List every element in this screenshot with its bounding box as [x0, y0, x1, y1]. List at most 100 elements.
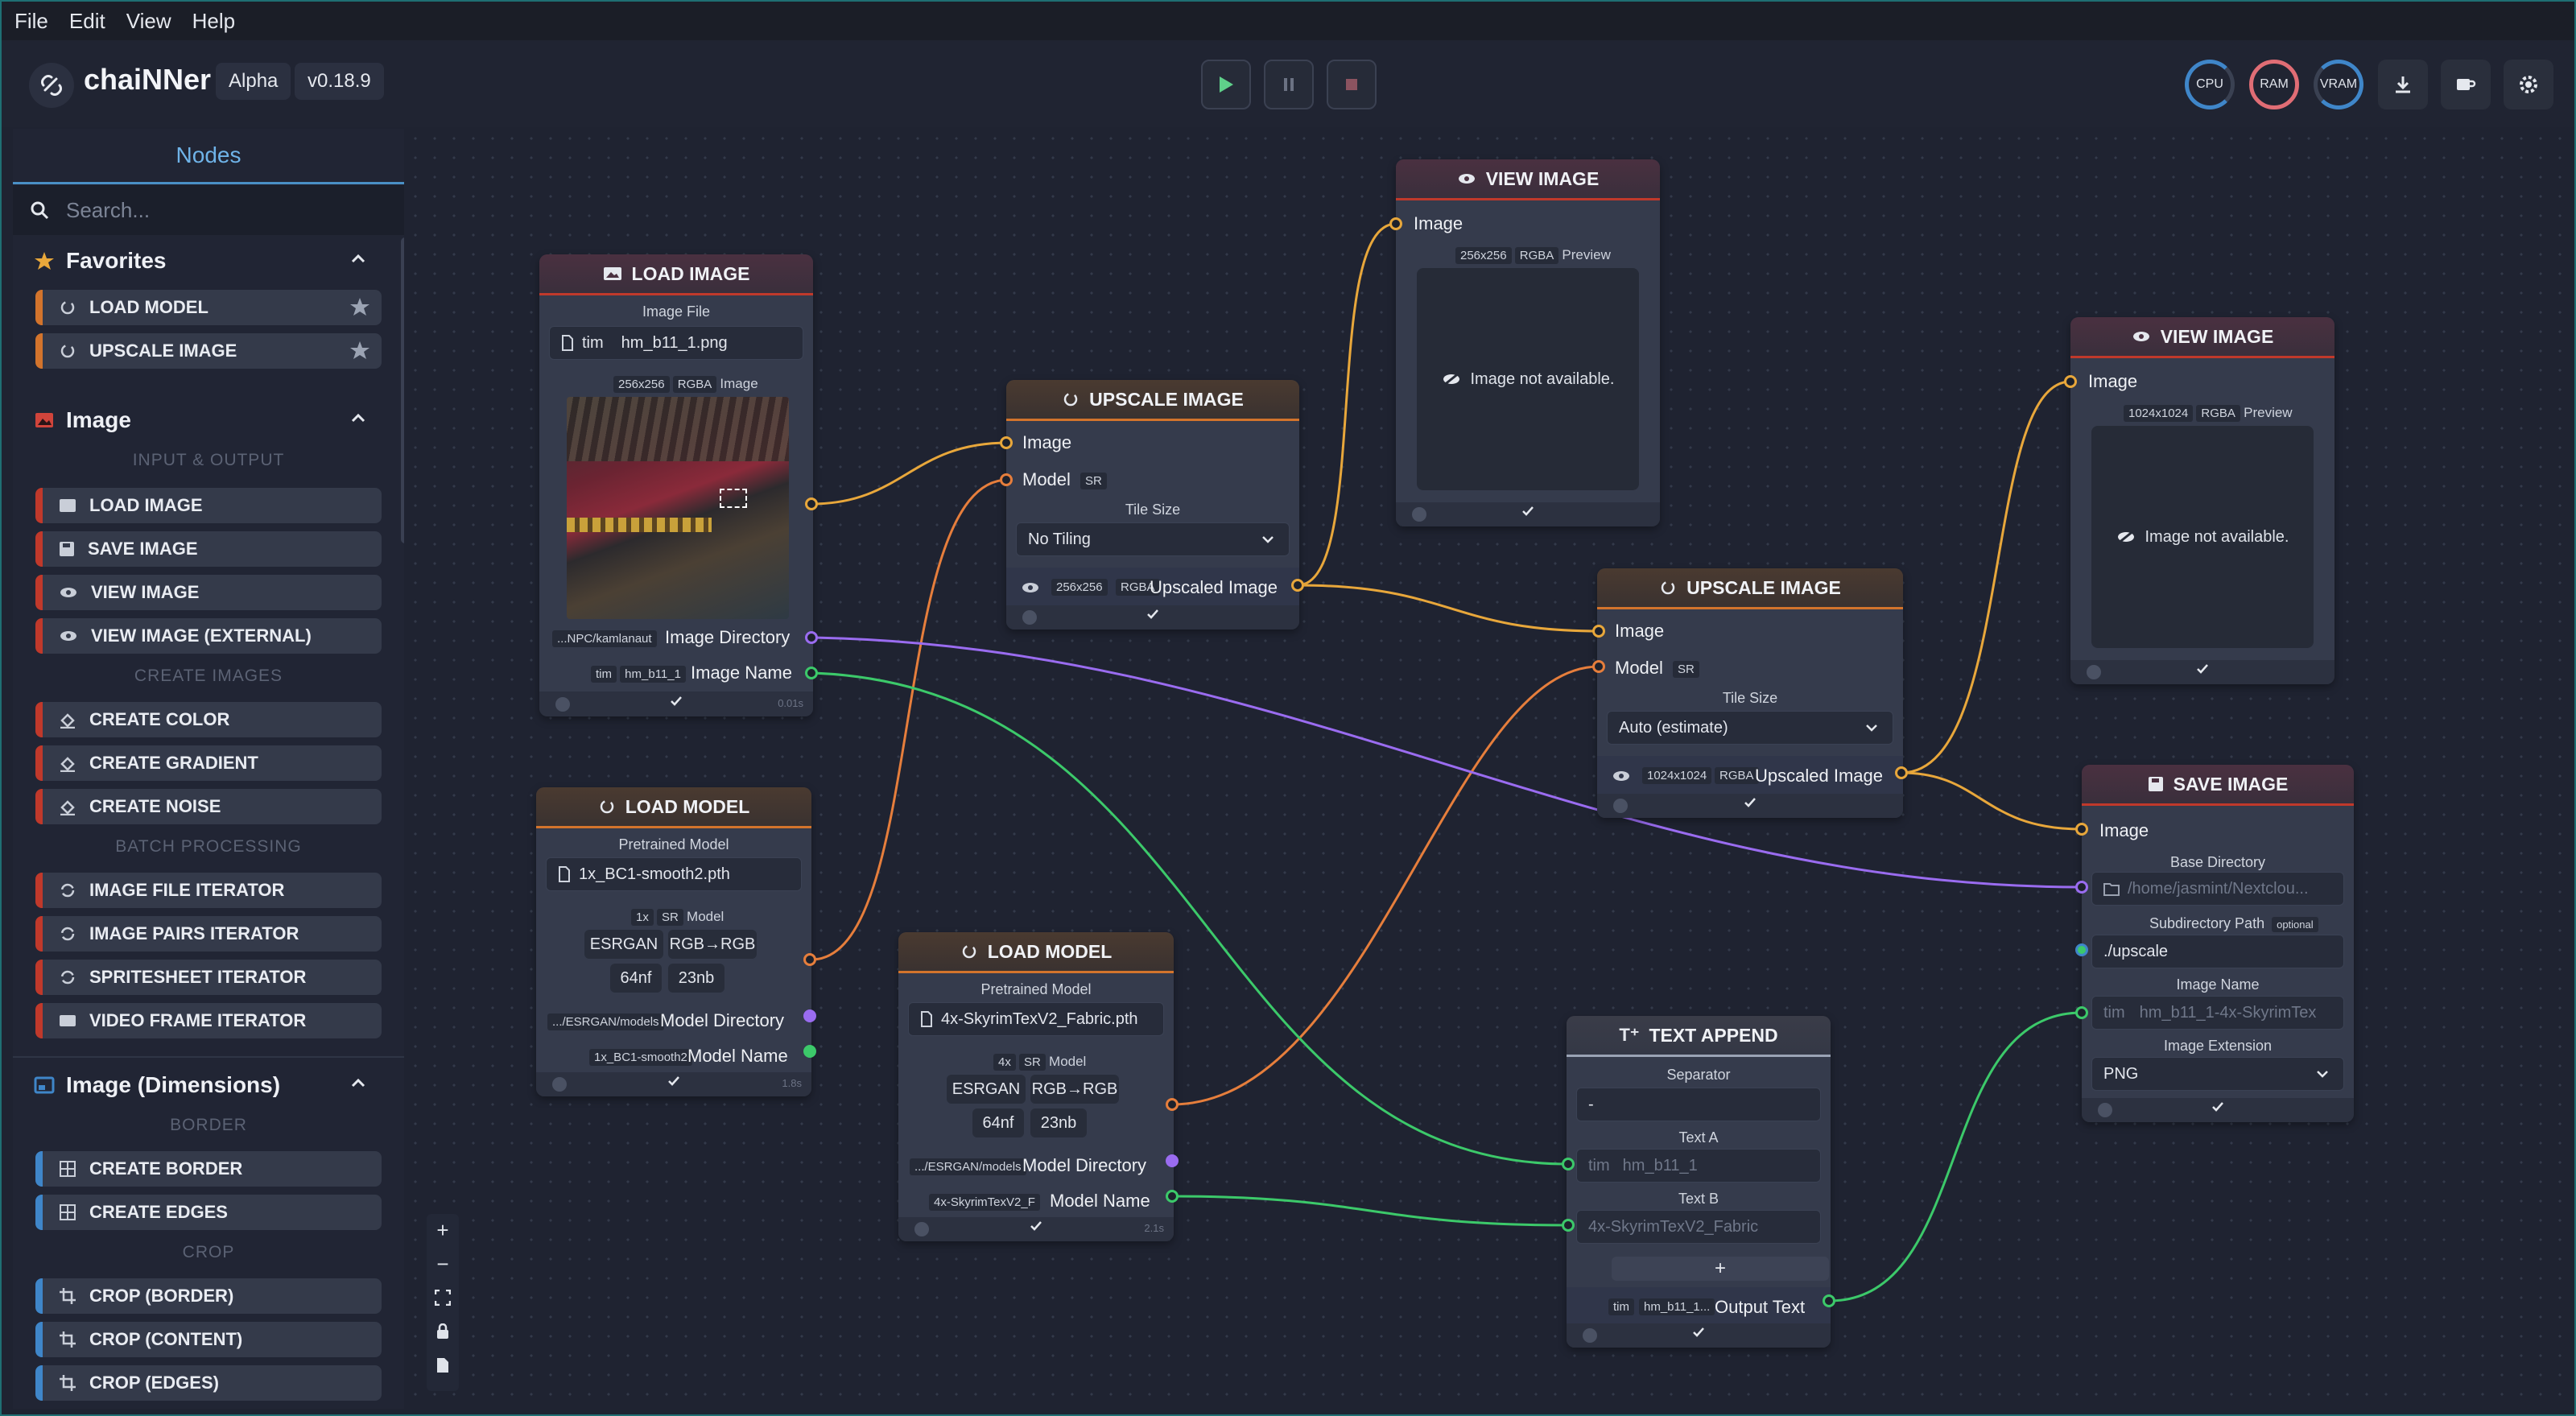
sidebar-item-video-frame-iterator[interactable]: VIDEO FRAME ITERATOR [35, 1003, 382, 1038]
sidebar-item-create-border[interactable]: CREATE BORDER [35, 1151, 382, 1187]
sidebar-item-create-edges[interactable]: CREATE EDGES [35, 1195, 382, 1230]
port-model-directory-out[interactable] [1166, 1154, 1179, 1167]
play-node-icon[interactable] [552, 1077, 567, 1092]
run-button[interactable] [1201, 60, 1251, 109]
favorites-section-header[interactable]: Favorites [13, 238, 391, 283]
model-file-input[interactable]: 1x_BC1-smooth2.pth [546, 857, 802, 891]
sidebar-item-image-pairs-iterator[interactable]: IMAGE PAIRS ITERATOR [35, 916, 382, 952]
port-model-in[interactable] [1592, 660, 1605, 673]
node-header[interactable]: LOAD IMAGE [539, 254, 813, 295]
zoom-out-button[interactable]: − [433, 1252, 452, 1276]
port-model-out[interactable] [803, 953, 816, 966]
node-header[interactable]: LOAD MODEL [898, 932, 1174, 973]
pause-button[interactable] [1264, 60, 1314, 109]
star-icon[interactable] [349, 340, 370, 361]
node-view-image-2[interactable]: VIEW IMAGE Image 1024x1024 RGBA Preview … [2070, 317, 2334, 684]
menu-help[interactable]: Help [192, 9, 235, 34]
port-name-out[interactable] [805, 667, 818, 679]
node-view-image-1[interactable]: VIEW IMAGE Image 256x256 RGBA Preview Im… [1396, 159, 1660, 526]
sidebar-item-save-image[interactable]: SAVE IMAGE [35, 531, 382, 567]
node-upscale-image-1[interactable]: UPSCALE IMAGE Image Model SR Tile Size N… [1006, 380, 1299, 630]
menu-file[interactable]: File [14, 9, 48, 34]
separator-input[interactable]: - [1576, 1088, 1821, 1121]
port-directory-out[interactable] [805, 631, 818, 644]
stop-button[interactable] [1327, 60, 1377, 109]
text-b-input[interactable]: 4x-SkyrimTexV2_Fabric [1576, 1210, 1821, 1244]
search-input[interactable] [64, 196, 374, 224]
port-image-in[interactable] [2075, 823, 2088, 836]
sidebar-item-load-image[interactable]: LOAD IMAGE [35, 488, 382, 523]
zoom-in-button[interactable]: + [433, 1218, 452, 1242]
node-save-image[interactable]: SAVE IMAGE Image Base Directory /home/ja… [2082, 765, 2354, 1122]
node-header[interactable]: VIEW IMAGE [2070, 317, 2334, 358]
subdirectory-input[interactable]: ./upscale [2091, 935, 2344, 968]
play-node-icon[interactable] [555, 697, 570, 712]
node-header[interactable]: VIEW IMAGE [1396, 159, 1660, 200]
sidebar-item-create-noise[interactable]: CREATE NOISE [35, 789, 382, 824]
fit-view-button[interactable] [433, 1288, 452, 1307]
checkmark-icon[interactable] [2196, 663, 2209, 675]
port-upscaled-out[interactable] [1895, 766, 1908, 779]
image-name-input[interactable]: tim hm_b11_1-4x-SkyrimTex [2091, 996, 2344, 1030]
checkmark-icon[interactable] [1030, 1220, 1042, 1232]
checkmark-icon[interactable] [1692, 1327, 1705, 1338]
play-node-icon[interactable] [2098, 1103, 2112, 1117]
node-upscale-image-2[interactable]: UPSCALE IMAGE Image Model SR Tile Size A… [1597, 568, 1903, 818]
play-node-icon[interactable] [1613, 799, 1628, 813]
play-node-icon[interactable] [1412, 507, 1426, 522]
image-dimensions-section-header[interactable]: Image (Dimensions) [13, 1063, 391, 1108]
port-image-out[interactable] [805, 497, 818, 510]
node-header[interactable]: T⁺ TEXT APPEND [1567, 1016, 1831, 1057]
node-header[interactable]: SAVE IMAGE [2082, 765, 2354, 806]
tile-size-select[interactable]: No Tiling [1016, 522, 1290, 556]
base-directory-input[interactable]: /home/jasmint/Nextclou... [2091, 872, 2344, 906]
play-node-icon[interactable] [1022, 610, 1037, 625]
node-header[interactable]: LOAD MODEL [536, 787, 811, 828]
sidebar-item-upscale-image-fav[interactable]: UPSCALE IMAGE [35, 333, 382, 369]
sidebar-scrollbar[interactable] [401, 237, 404, 543]
star-icon[interactable] [349, 296, 370, 317]
port-text-a-in[interactable] [1562, 1158, 1575, 1170]
image-section-header[interactable]: Image [13, 398, 391, 443]
port-model-in[interactable] [1000, 473, 1013, 486]
sidebar-item-view-image[interactable]: VIEW IMAGE [35, 575, 382, 610]
sidebar-item-load-model-fav[interactable]: LOAD MODEL [35, 290, 382, 325]
port-image-in[interactable] [1000, 436, 1013, 449]
sidebar-item-crop-edges[interactable]: CROP (EDGES) [35, 1365, 382, 1401]
port-image-in[interactable] [2064, 375, 2077, 388]
image-extension-select[interactable]: PNG [2091, 1057, 2344, 1091]
sidebar-item-create-gradient[interactable]: CREATE GRADIENT [35, 745, 382, 781]
node-load-model-2[interactable]: LOAD MODEL Pretrained Model 4x-SkyrimTex… [898, 932, 1174, 1241]
eye-icon[interactable] [1612, 769, 1631, 783]
port-base-directory-in[interactable] [2075, 881, 2088, 894]
port-model-directory-out[interactable] [803, 1009, 816, 1022]
port-model-name-out[interactable] [803, 1045, 816, 1058]
export-button[interactable] [433, 1356, 452, 1375]
sidebar-item-spritesheet-iterator[interactable]: SPRITESHEET ITERATOR [35, 960, 382, 995]
port-subdirectory-in[interactable] [2075, 943, 2088, 956]
port-image-name-in[interactable] [2075, 1006, 2088, 1019]
checkmark-icon[interactable] [667, 1075, 680, 1087]
checkmark-icon[interactable] [1521, 506, 1534, 517]
image-file-input[interactable]: tim hm_b11_1.png [549, 326, 803, 360]
menu-view[interactable]: View [126, 9, 171, 34]
settings-button[interactable] [2504, 60, 2553, 109]
checkmark-icon[interactable] [1744, 797, 1757, 808]
node-text-append[interactable]: T⁺ TEXT APPEND Separator - Text A tim hm… [1567, 1016, 1831, 1348]
port-image-in[interactable] [1389, 217, 1402, 230]
play-node-icon[interactable] [2087, 665, 2101, 679]
port-model-out[interactable] [1166, 1098, 1179, 1111]
node-load-image[interactable]: LOAD IMAGE Image File tim hm_b11_1.png 2… [539, 254, 813, 716]
checkmark-icon[interactable] [1146, 609, 1159, 620]
text-a-input[interactable]: tim hm_b11_1 [1576, 1149, 1821, 1183]
node-header[interactable]: UPSCALE IMAGE [1006, 380, 1299, 421]
checkmark-icon[interactable] [2211, 1101, 2224, 1113]
model-file-input[interactable]: 4x-SkyrimTexV2_Fabric.pth [908, 1002, 1164, 1036]
sidebar-item-crop-border[interactable]: CROP (BORDER) [35, 1278, 382, 1314]
port-image-in[interactable] [1592, 625, 1605, 638]
play-node-icon[interactable] [914, 1222, 929, 1236]
port-model-name-out[interactable] [1166, 1190, 1179, 1203]
menu-edit[interactable]: Edit [69, 9, 105, 34]
sidebar-item-crop-content[interactable]: CROP (CONTENT) [35, 1322, 382, 1357]
tab-nodes[interactable]: Nodes [13, 129, 404, 184]
